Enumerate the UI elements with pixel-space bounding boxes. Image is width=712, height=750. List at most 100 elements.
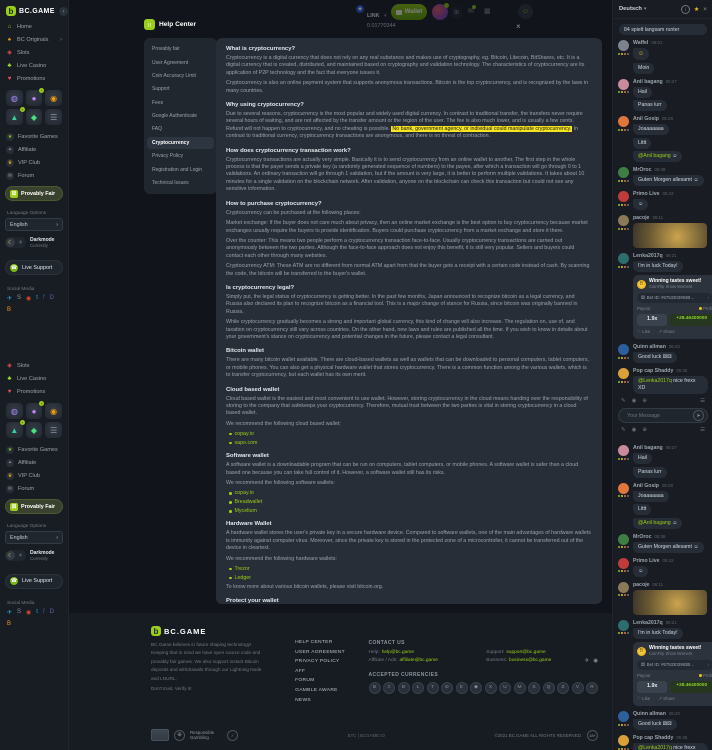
skype-icon[interactable]: S xyxy=(17,609,21,616)
sidebar-collapse-button[interactable]: ‹ xyxy=(59,7,68,16)
help-menu-item[interactable]: Coin Accuracy Limit xyxy=(147,70,214,82)
contact-email[interactable]: affiliate@bc.game xyxy=(399,658,437,663)
avatar[interactable] xyxy=(618,445,629,456)
help-menu-item[interactable]: Technical Issues xyxy=(147,177,214,189)
sidebar-nav-item[interactable]: ★ Favorite Games xyxy=(0,130,68,143)
game-coin-icon[interactable]: ◉ xyxy=(45,403,62,419)
chat-username[interactable]: Quinn allman xyxy=(633,711,666,717)
trophy-icon[interactable]: ★ xyxy=(694,6,699,13)
wallet-link[interactable]: copay.io xyxy=(235,490,254,496)
chat-username[interactable]: MrOroc xyxy=(633,167,651,173)
like-button[interactable]: ♡ Like xyxy=(637,329,650,335)
sidebar-nav-item[interactable]: ♥ Promotions xyxy=(0,72,68,85)
rules-icon[interactable]: ✎ xyxy=(621,398,626,404)
facebook-icon[interactable]: f xyxy=(43,609,45,616)
sidebar-nav-item[interactable]: ◈ Slots xyxy=(0,359,68,372)
like-button[interactable]: ♡ Like xyxy=(637,696,650,702)
footer-link[interactable]: AFF xyxy=(295,669,356,674)
sidebar-nav-item[interactable]: ⌂ Home xyxy=(0,20,68,33)
wallet-link[interactable]: Breadwallet xyxy=(235,499,263,505)
chat-username[interactable]: Pop cap Shaddy xyxy=(633,368,673,374)
chat-username[interactable]: Anil Gosip xyxy=(633,483,659,489)
user-mention[interactable]: @Lenka2017q xyxy=(638,745,672,750)
win-share-card[interactable]: B Winning tastes sweet! CoinFlip Show Mo… xyxy=(633,275,712,340)
share-button[interactable]: ↗ Share xyxy=(658,696,675,702)
chat-language-select[interactable]: Deutsch xyxy=(619,6,642,12)
chat-username[interactable]: Quinn allman xyxy=(633,344,666,350)
avatar[interactable] xyxy=(618,79,629,90)
help-menu-item[interactable]: Google Authenticate xyxy=(147,110,214,122)
help-menu-item[interactable]: Support xyxy=(147,83,214,95)
game-flask-icon[interactable]: ▲ + xyxy=(6,109,23,125)
article-link-item[interactable]: Breadwallet xyxy=(229,499,592,505)
bitcointalk-icon[interactable]: B xyxy=(7,621,11,627)
bitcointalk-icon[interactable]: B xyxy=(7,307,11,313)
attach-icon[interactable]: ⊕ xyxy=(642,427,647,433)
help-menu-item[interactable]: FAQ xyxy=(147,123,214,135)
avatar[interactable] xyxy=(618,711,629,722)
chat-username[interactable]: Anil bagang xyxy=(633,445,663,451)
chat-username[interactable]: Primo Live xyxy=(633,558,660,564)
article-link-item[interactable]: Trezor xyxy=(229,566,592,572)
footer-brand-logo[interactable]: b BC.GAME xyxy=(151,626,283,636)
steam-icon[interactable]: ◉ xyxy=(26,609,31,616)
footer-link[interactable]: HELP CENTER xyxy=(295,640,356,645)
avatar[interactable] xyxy=(618,215,629,226)
bet-id-chip[interactable]: ⚄ Bet ID: #6753303993B… › xyxy=(637,293,712,303)
chat-username[interactable]: Waffel xyxy=(633,40,648,46)
sidebar-nav-item[interactable]: ✉ Forum xyxy=(0,169,68,182)
twitter-icon[interactable]: t xyxy=(36,609,38,616)
game-spiral-icon[interactable]: ◍ xyxy=(6,403,23,419)
contact-email[interactable]: support@bc.game xyxy=(506,650,545,655)
share-button[interactable]: ↗ Share xyxy=(658,329,675,335)
avatar[interactable] xyxy=(618,40,629,51)
avatar[interactable] xyxy=(618,534,629,545)
darkmode-toggle[interactable]: ☾ ☀ Darkmode Currently xyxy=(5,237,63,248)
game-coin-icon[interactable]: ◉ xyxy=(45,90,62,106)
user-mention[interactable]: @Anil bagang xyxy=(638,520,671,526)
wallet-link[interactable]: Trezor xyxy=(235,566,250,572)
game-more-icon[interactable]: ☰ xyxy=(45,422,62,438)
sidebar-item-provably-fair[interactable]: ⚄ Provably Fair xyxy=(5,499,63,514)
wallet-link[interactable]: Mycelium xyxy=(235,508,257,514)
bet-id-chip[interactable]: ⚄ Bet ID: #6753303993B… › xyxy=(637,660,712,670)
telegram-icon[interactable]: ✈ xyxy=(7,609,12,616)
help-menu-item[interactable]: Provably fair xyxy=(147,43,214,55)
user-mention[interactable]: @Lenka2017q xyxy=(638,378,672,384)
article-link-item[interactable]: Ledger xyxy=(229,575,592,581)
wallet-link[interactable]: Ledger xyxy=(235,575,252,581)
chat-username[interactable]: Pop cap Shaddy xyxy=(633,735,673,741)
avatar[interactable] xyxy=(618,253,629,264)
send-icon[interactable]: ➤ xyxy=(693,410,704,421)
help-menu-item[interactable]: Fees xyxy=(147,97,214,109)
win-share-card[interactable]: B Winning tastes sweet! CoinFlip Show Mo… xyxy=(633,642,712,707)
game-gem-icon[interactable]: ◆ xyxy=(26,109,43,125)
darkmode-toggle[interactable]: ☾ ☀ Darkmode Currently xyxy=(5,550,63,561)
game-more-icon[interactable]: ☰ xyxy=(45,109,62,125)
avatar[interactable] xyxy=(618,191,629,202)
sidebar-nav-item[interactable]: ✉ Forum xyxy=(0,482,68,495)
sidebar-nav-item[interactable]: ♛ VIP Club xyxy=(0,156,68,169)
chat-username[interactable]: pacoje xyxy=(633,582,649,588)
footer-link[interactable]: NEWS xyxy=(295,698,356,703)
avatar[interactable] xyxy=(618,344,629,355)
avatar[interactable] xyxy=(618,582,629,593)
sidebar-nav-item[interactable]: ♛ VIP Club xyxy=(0,469,68,482)
sidebar-nav-item[interactable]: ★ Favorite Games xyxy=(0,443,68,456)
sidebar-nav-item[interactable]: ◈ Slots xyxy=(0,46,68,59)
game-spiral-icon[interactable]: ◍ xyxy=(6,90,23,106)
live-support-button[interactable]: ☎ Live Support xyxy=(5,260,63,275)
contact-email[interactable]: business@bc.game xyxy=(509,658,551,663)
game-balls-icon[interactable]: ● + xyxy=(26,403,43,419)
chat-username[interactable]: Anil Gosip xyxy=(633,116,659,122)
chat-username[interactable]: Primo Live xyxy=(633,191,660,197)
help-menu-item[interactable]: Registration and Login xyxy=(147,163,214,175)
sidebar-nav-item[interactable]: ✦ Affiliate xyxy=(0,456,68,469)
sidebar-item-provably-fair[interactable]: ⚄ Provably Fair xyxy=(5,186,63,201)
avatar[interactable] xyxy=(618,620,629,631)
rules-icon[interactable]: ✎ xyxy=(621,427,626,433)
help-menu-item[interactable]: User Agreement xyxy=(147,56,214,68)
sidebar-nav-item[interactable]: ♥ Promotions xyxy=(0,385,68,398)
sidebar-nav-item[interactable]: ♣ Live Casino xyxy=(0,59,68,72)
close-icon[interactable]: × xyxy=(516,22,521,31)
